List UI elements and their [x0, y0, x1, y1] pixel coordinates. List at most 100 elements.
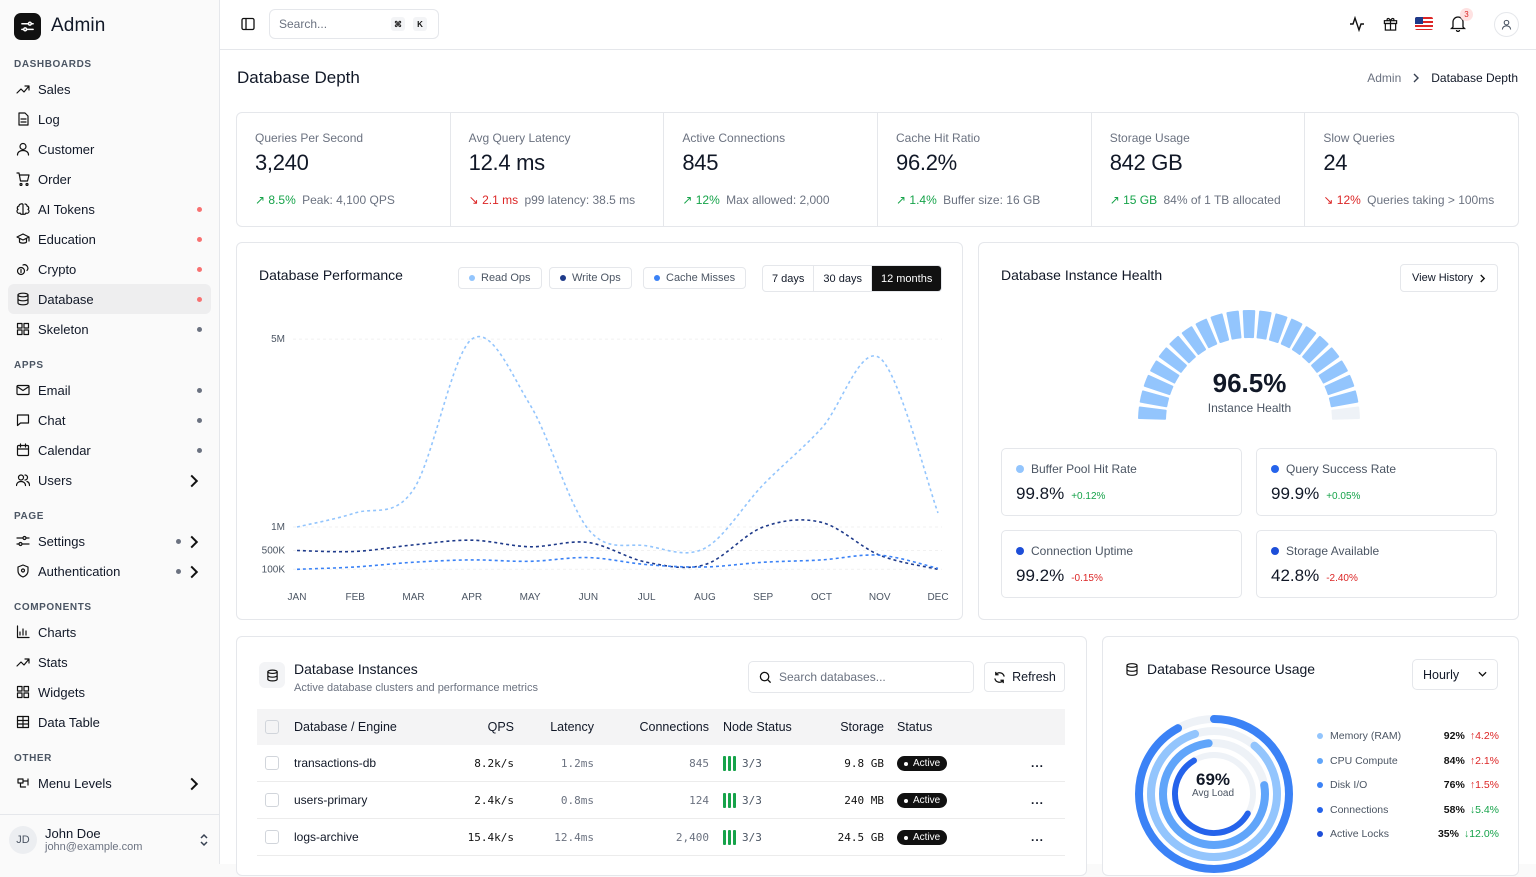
metric-label: Buffer Pool Hit Rate	[1031, 462, 1137, 476]
x-tick-label: DEC	[927, 592, 948, 603]
sidebar-item-database[interactable]: Database	[8, 284, 211, 314]
topbar: Search... ⌘ K 3	[220, 0, 1536, 50]
metric-query-success-rate: Query Success Rate 99.9% +0.05%	[1256, 448, 1497, 516]
row-checkbox[interactable]	[265, 830, 279, 844]
sidebar-item-users[interactable]: Users	[8, 465, 211, 495]
chevron-down-icon	[1478, 671, 1487, 677]
y-tick-label: 500K	[262, 546, 286, 557]
sidebar-item-settings[interactable]: Settings	[8, 526, 211, 556]
row-checkbox[interactable]	[265, 756, 279, 770]
sidebar-item-stats[interactable]: Stats	[8, 647, 211, 677]
sidebar-item-sales[interactable]: Sales	[8, 74, 211, 104]
qps-value: 15.4k/s	[467, 830, 514, 844]
avatar: JD	[9, 825, 37, 854]
sidebar-nav: DASHBOARDS Sales Log Customer Order AI T…	[0, 56, 219, 798]
stat-label: Storage Usage	[1109, 131, 1190, 145]
notification-badge: 3	[1460, 8, 1473, 21]
interval-value: Hourly	[1423, 667, 1460, 682]
storage-value: 24.5 GB	[837, 830, 884, 844]
node-status: 3/3	[742, 830, 762, 844]
search-input[interactable]: Search... ⌘ K	[269, 9, 439, 39]
sidebar-item-widgets[interactable]: Widgets	[8, 677, 211, 707]
stat-note: Max allowed: 2,000	[726, 193, 830, 207]
sidebar-item-data-table[interactable]: Data Table	[8, 707, 211, 737]
us-flag-icon[interactable]	[1415, 17, 1433, 30]
gift-icon[interactable]	[1383, 16, 1398, 34]
connections-value: 2,400	[675, 830, 709, 844]
status-dot	[197, 297, 202, 302]
resource-change: ↑1.5%	[1470, 779, 1499, 791]
sidebar-item-email[interactable]: Email	[8, 375, 211, 405]
row-checkbox[interactable]	[265, 793, 279, 807]
sidebar-item-label: Email	[38, 382, 71, 398]
stat-footer: ↗ 15 GB 84% of 1 TB allocated	[1110, 193, 1281, 207]
table-row[interactable]: users-primary 2.4k/s 0.8ms 124 3/3 240 M…	[257, 782, 1065, 819]
sidebar-item-charts[interactable]: Charts	[8, 617, 211, 647]
stat-card: Queries Per Second 3,240 ↗ 8.5% Peak: 4,…	[237, 113, 451, 226]
user-menu[interactable]: JD John Doe john@example.com	[0, 814, 219, 864]
metric-dot	[1271, 547, 1279, 555]
sidebar-item-authentication[interactable]: Authentication	[8, 556, 211, 586]
sidebar-item-ai-tokens[interactable]: AI Tokens	[8, 194, 211, 224]
sidebar-item-menu-levels[interactable]: Menu Levels	[8, 768, 211, 798]
status-badge: Active	[897, 756, 948, 772]
status-dot	[197, 418, 202, 423]
sidebar-item-chat[interactable]: Chat	[8, 405, 211, 435]
gauge-segment	[1242, 310, 1256, 339]
resource-legend-item: CPU Compute 84% ↑2.1%	[1317, 753, 1499, 769]
interval-select[interactable]: Hourly	[1412, 659, 1498, 690]
trending-up-icon	[16, 82, 30, 96]
sidebar-item-education[interactable]: Education	[8, 224, 211, 254]
breadcrumb-admin[interactable]: Admin	[1367, 71, 1401, 85]
legend-dot	[1317, 806, 1323, 813]
column-header[interactable]: Status	[884, 720, 984, 734]
stat-change: 12%	[695, 193, 720, 207]
sidebar-item-skeleton[interactable]: Skeleton	[8, 314, 211, 344]
status-dot	[197, 207, 202, 212]
database-search-input[interactable]: Search databases...	[748, 661, 974, 693]
sidebar-item-crypto[interactable]: Crypto	[8, 254, 211, 284]
column-header[interactable]: Database / Engine	[294, 720, 434, 734]
profile-button[interactable]	[1494, 12, 1519, 37]
metric-change: -2.40%	[1326, 573, 1358, 584]
qps-value: 8.2k/s	[474, 756, 514, 770]
sidebar-toggle-icon[interactable]	[241, 17, 255, 34]
resource-legend-item: Connections 58% ↓5.4%	[1317, 802, 1499, 818]
column-header[interactable]: QPS	[434, 720, 514, 734]
nav-section-title: COMPONENTS	[14, 602, 92, 613]
sidebar-item-label: Menu Levels	[38, 775, 112, 791]
refresh-button[interactable]: Refresh	[984, 662, 1065, 692]
column-header[interactable]: Connections	[594, 720, 710, 734]
page-title: Database Depth	[237, 68, 360, 87]
sidebar-item-calendar[interactable]: Calendar	[8, 435, 211, 465]
column-header[interactable]: Storage	[819, 720, 884, 734]
gauge-segment	[1226, 310, 1242, 340]
nav-section-title: PAGE	[14, 511, 44, 522]
column-header[interactable]: Latency	[514, 720, 594, 734]
sidebar-item-customer[interactable]: Customer	[8, 134, 211, 164]
metric-label: Connection Uptime	[1031, 544, 1134, 558]
table-row[interactable]: logs-archive 15.4k/s 12.4ms 2,400 3/3 24…	[257, 819, 1065, 856]
resource-change-value: 4.2%	[1475, 730, 1499, 742]
latency-value: 1.2ms	[560, 756, 594, 770]
sidebar-item-log[interactable]: Log	[8, 104, 211, 134]
trending-up-icon	[16, 655, 30, 669]
node-status: 3/3	[742, 756, 762, 770]
sidebar-item-order[interactable]: Order	[8, 164, 211, 194]
more-actions-icon[interactable]: ...	[984, 793, 1044, 807]
resource-change: ↑2.1%	[1470, 755, 1499, 767]
metric-dot	[1016, 547, 1024, 555]
more-actions-icon[interactable]: ...	[984, 756, 1044, 770]
column-header[interactable]: Node Status	[709, 720, 819, 734]
more-actions-icon[interactable]: ...	[984, 830, 1044, 844]
table-row[interactable]: transactions-db 8.2k/s 1.2ms 845 3/3 9.8…	[257, 745, 1065, 782]
activity-icon[interactable]	[1349, 15, 1365, 35]
resource-percent: 35%	[1437, 828, 1459, 840]
select-all-checkbox[interactable]	[265, 720, 279, 734]
status-dot	[197, 267, 202, 272]
sidebar-item-label: Skeleton	[38, 321, 89, 337]
node-status: 3/3	[742, 793, 762, 807]
user-name: John Doe	[45, 826, 101, 841]
x-tick-label: OCT	[811, 592, 832, 603]
brand[interactable]: Admin	[0, 0, 219, 52]
